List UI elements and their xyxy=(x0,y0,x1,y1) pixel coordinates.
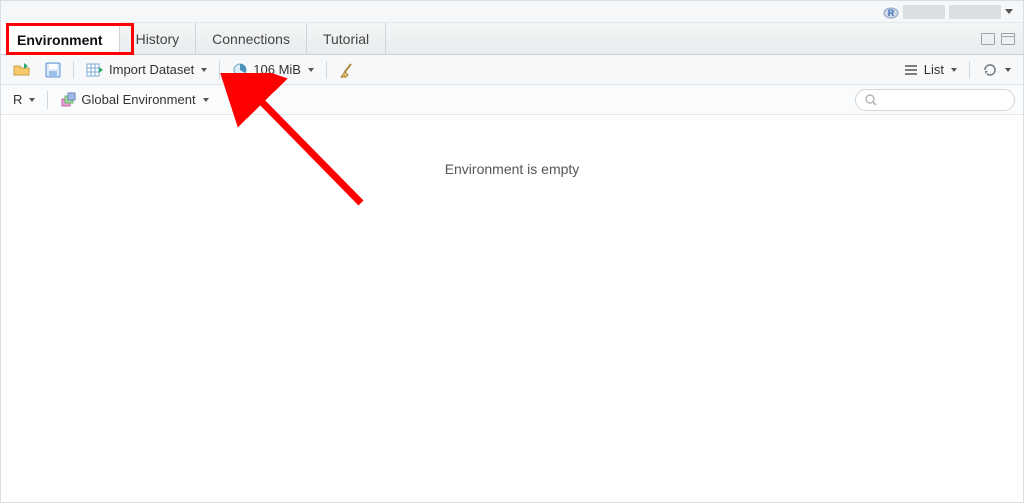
maximize-icon[interactable] xyxy=(1001,33,1015,45)
refresh-button[interactable] xyxy=(978,60,1015,80)
pane-tabs: Environment History Connections Tutorial xyxy=(1,23,1023,55)
r-logo-icon: R xyxy=(883,4,899,20)
chevron-down-icon xyxy=(951,68,957,72)
memory-usage-button[interactable]: 106 MiB xyxy=(228,60,318,80)
search-icon xyxy=(864,93,878,107)
placeholder-box xyxy=(949,5,1001,19)
open-folder-icon xyxy=(13,62,31,78)
environment-content: Environment is empty xyxy=(1,115,1023,502)
language-label: R xyxy=(13,92,22,107)
environment-selector[interactable]: Global Environment xyxy=(56,90,212,110)
chevron-down-icon xyxy=(29,98,35,102)
environment-label: Global Environment xyxy=(81,92,195,107)
tab-label: Tutorial xyxy=(323,31,369,47)
separator xyxy=(969,61,970,79)
view-mode-label: List xyxy=(924,62,944,77)
view-mode-button[interactable]: List xyxy=(899,60,961,79)
memory-usage-label: 106 MiB xyxy=(253,62,301,77)
save-icon xyxy=(45,62,61,78)
separator xyxy=(219,61,220,79)
placeholder-box xyxy=(903,5,945,19)
refresh-icon xyxy=(982,62,998,78)
grid-import-icon xyxy=(86,62,104,78)
chevron-down-icon[interactable] xyxy=(1005,9,1013,14)
rstudio-environment-pane: R Environment History Connections Tutori… xyxy=(0,0,1024,503)
environment-toolbar: Import Dataset 106 MiB List xyxy=(1,55,1023,85)
chevron-down-icon xyxy=(203,98,209,102)
tab-history[interactable]: History xyxy=(120,23,197,54)
tab-environment[interactable]: Environment xyxy=(1,22,120,54)
chevron-down-icon xyxy=(308,68,314,72)
separator xyxy=(326,61,327,79)
package-stack-icon xyxy=(60,92,76,108)
load-workspace-button[interactable] xyxy=(9,60,35,80)
broom-icon xyxy=(339,62,355,78)
chevron-down-icon xyxy=(1005,68,1011,72)
search-field[interactable] xyxy=(882,93,1024,107)
collapse-icon[interactable] xyxy=(981,33,995,45)
tab-label: History xyxy=(136,31,180,47)
tab-tutorial[interactable]: Tutorial xyxy=(307,23,386,54)
tab-label: Connections xyxy=(212,31,290,47)
import-dataset-button[interactable]: Import Dataset xyxy=(82,60,211,80)
language-selector[interactable]: R xyxy=(9,90,39,109)
window-top-strip: R xyxy=(1,1,1023,23)
chevron-down-icon xyxy=(201,68,207,72)
tab-label: Environment xyxy=(17,32,103,48)
search-input[interactable] xyxy=(855,89,1015,111)
pie-chart-icon xyxy=(232,62,248,78)
separator xyxy=(47,91,48,109)
list-icon xyxy=(903,63,919,77)
separator xyxy=(73,61,74,79)
svg-text:R: R xyxy=(888,8,895,18)
environment-scope-bar: R Global Environment xyxy=(1,85,1023,115)
clear-objects-button[interactable] xyxy=(335,60,359,80)
tab-connections[interactable]: Connections xyxy=(196,23,307,54)
save-workspace-button[interactable] xyxy=(41,60,65,80)
import-dataset-label: Import Dataset xyxy=(109,62,194,77)
empty-state-message: Environment is empty xyxy=(1,161,1023,177)
